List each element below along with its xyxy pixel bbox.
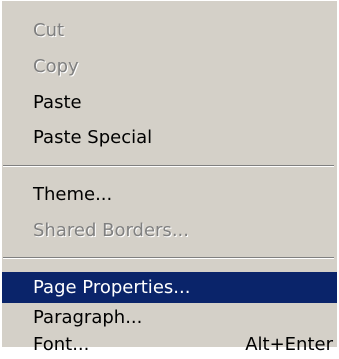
menu-separator <box>3 257 334 259</box>
menu-item-label: Copy <box>33 56 79 77</box>
menu-item-paste-special[interactable]: Paste Special <box>2 124 337 152</box>
menu-item-cut[interactable]: Cut <box>2 17 337 45</box>
menu-item-font[interactable]: Font... Alt+Enter <box>2 331 337 359</box>
menu-separator <box>3 165 334 167</box>
menu-item-label: Paste <box>33 92 82 113</box>
menu-item-label: Page Properties... <box>33 277 191 298</box>
menu-item-label: Theme... <box>33 184 113 205</box>
menu-item-paste[interactable]: Paste <box>2 89 337 117</box>
menu-item-label: Cut <box>33 20 65 41</box>
menu-item-label: Font... <box>33 334 90 355</box>
menu-item-label: Paste Special <box>33 127 153 148</box>
menu-item-label: Shared Borders... <box>33 220 189 241</box>
menu-item-copy[interactable]: Copy <box>2 53 337 81</box>
menu-item-theme[interactable]: Theme... <box>2 181 337 209</box>
menu-item-page-properties[interactable]: Page Properties... <box>2 272 337 303</box>
context-menu: Cut Copy Paste Paste Special Theme... Sh… <box>0 0 337 355</box>
menu-item-shortcut: Alt+Enter <box>245 334 333 355</box>
menu-item-label: Paragraph... <box>33 307 143 328</box>
menu-item-shared-borders[interactable]: Shared Borders... <box>2 217 337 245</box>
menu-item-paragraph[interactable]: Paragraph... <box>2 304 337 332</box>
